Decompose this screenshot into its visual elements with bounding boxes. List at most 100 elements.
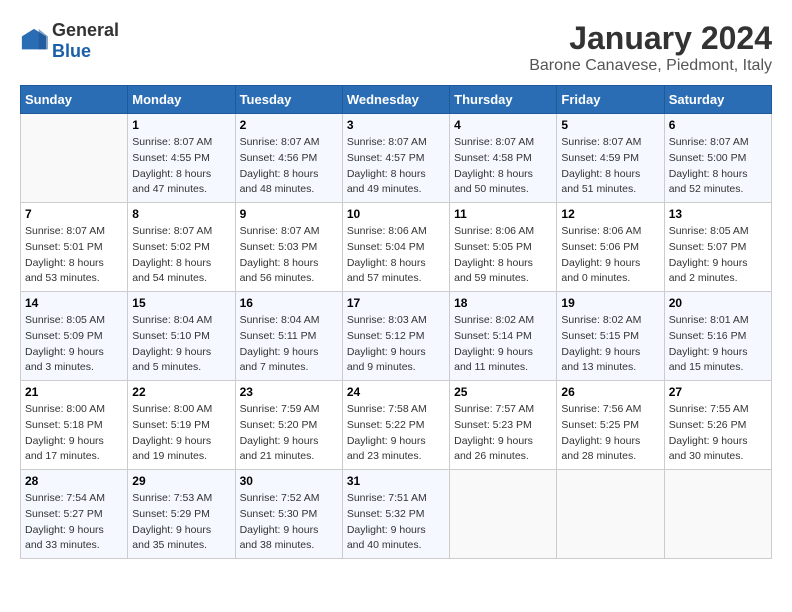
calendar-cell: 11Sunrise: 8:06 AMSunset: 5:05 PMDayligh… xyxy=(450,203,557,292)
calendar-cell: 21 Sunrise: 8:00 AMSunset: 5:18 PMDayligh… xyxy=(21,381,128,470)
day-detail: Sunrise: 8:06 AMSunset: 5:04 PMDaylight:… xyxy=(347,224,445,287)
calendar-cell: 22 Sunrise: 8:00 AMSunset: 5:19 PMDayligh… xyxy=(128,381,235,470)
day-number: 1 xyxy=(132,118,230,132)
day-number: 6 xyxy=(669,118,767,132)
day-number: 9 xyxy=(240,207,338,221)
day-detail: Sunrise: 8:07 AMSunset: 5:03 PMDaylight:… xyxy=(240,224,338,287)
calendar-cell xyxy=(664,470,771,559)
day-detail: Sunrise: 7:53 AMSunset: 5:29 PMDaylight:… xyxy=(132,491,230,554)
calendar-cell: 24 Sunrise: 7:58 AMSunset: 5:22 PMDayligh… xyxy=(342,381,449,470)
day-number: 15 xyxy=(132,296,230,310)
logo-icon xyxy=(20,27,48,55)
day-detail: Sunrise: 8:04 AMSunset: 5:10 PMDaylight:… xyxy=(132,313,230,376)
day-number: 5 xyxy=(561,118,659,132)
day-detail: Sunrise: 7:51 AMSunset: 5:32 PMDaylight:… xyxy=(347,491,445,554)
weekday-row: SundayMondayTuesdayWednesdayThursdayFrid… xyxy=(21,86,772,114)
day-number: 4 xyxy=(454,118,552,132)
calendar-cell: 20Sunrise: 8:01 AMSunset: 5:16 PMDayligh… xyxy=(664,292,771,381)
day-number: 28 xyxy=(25,474,123,488)
day-number: 22 xyxy=(132,385,230,399)
weekday-header-thursday: Thursday xyxy=(450,86,557,114)
calendar-week-1: 1Sunrise: 8:07 AMSunset: 4:55 PMDaylight… xyxy=(21,114,772,203)
day-number: 16 xyxy=(240,296,338,310)
day-number: 2 xyxy=(240,118,338,132)
day-detail: Sunrise: 7:55 AMSunset: 5:26 PMDaylight:… xyxy=(669,402,767,465)
calendar-cell: 19 Sunrise: 8:02 AMSunset: 5:15 PMDayligh… xyxy=(557,292,664,381)
calendar-cell: 29Sunrise: 7:53 AMSunset: 5:29 PMDayligh… xyxy=(128,470,235,559)
header: General Blue January 2024 Barone Canaves… xyxy=(20,20,772,75)
day-detail: Sunrise: 8:07 AMSunset: 5:01 PMDaylight:… xyxy=(25,224,123,287)
day-detail: Sunrise: 8:06 AMSunset: 5:05 PMDaylight:… xyxy=(454,224,552,287)
day-number: 24 xyxy=(347,385,445,399)
day-detail: Sunrise: 8:00 AMSunset: 5:19 PMDaylight:… xyxy=(132,402,230,465)
calendar-week-3: 14 Sunrise: 8:05 AMSunset: 5:09 PMDayligh… xyxy=(21,292,772,381)
day-detail: Sunrise: 8:05 AMSunset: 5:09 PMDaylight:… xyxy=(25,313,123,376)
day-detail: Sunrise: 7:52 AMSunset: 5:30 PMDaylight:… xyxy=(240,491,338,554)
day-number: 8 xyxy=(132,207,230,221)
calendar-cell: 31Sunrise: 7:51 AMSunset: 5:32 PMDayligh… xyxy=(342,470,449,559)
day-detail: Sunrise: 8:00 AMSunset: 5:18 PMDaylight:… xyxy=(25,402,123,465)
logo: General Blue xyxy=(20,20,119,62)
calendar-cell: 16 Sunrise: 8:04 AMSunset: 5:11 PMDayligh… xyxy=(235,292,342,381)
day-detail: Sunrise: 7:59 AMSunset: 5:20 PMDaylight:… xyxy=(240,402,338,465)
calendar-header: SundayMondayTuesdayWednesdayThursdayFrid… xyxy=(21,86,772,114)
calendar-cell: 4 Sunrise: 8:07 AMSunset: 4:58 PMDaylight… xyxy=(450,114,557,203)
day-number: 7 xyxy=(25,207,123,221)
day-detail: Sunrise: 8:07 AMSunset: 5:02 PMDaylight:… xyxy=(132,224,230,287)
calendar-cell: 17 Sunrise: 8:03 AMSunset: 5:12 PMDayligh… xyxy=(342,292,449,381)
calendar-subtitle: Barone Canavese, Piedmont, Italy xyxy=(529,57,772,75)
day-number: 17 xyxy=(347,296,445,310)
calendar-title: January 2024 xyxy=(529,20,772,57)
calendar-cell: 27 Sunrise: 7:55 AMSunset: 5:26 PMDayligh… xyxy=(664,381,771,470)
day-detail: Sunrise: 7:56 AMSunset: 5:25 PMDaylight:… xyxy=(561,402,659,465)
calendar-cell xyxy=(450,470,557,559)
calendar-cell: 25Sunrise: 7:57 AMSunset: 5:23 PMDayligh… xyxy=(450,381,557,470)
calendar-cell: 30 Sunrise: 7:52 AMSunset: 5:30 PMDayligh… xyxy=(235,470,342,559)
day-number: 19 xyxy=(561,296,659,310)
calendar-cell: 15 Sunrise: 8:04 AMSunset: 5:10 PMDayligh… xyxy=(128,292,235,381)
calendar-cell: 28Sunrise: 7:54 AMSunset: 5:27 PMDayligh… xyxy=(21,470,128,559)
weekday-header-wednesday: Wednesday xyxy=(342,86,449,114)
calendar-cell: 8 Sunrise: 8:07 AMSunset: 5:02 PMDaylight… xyxy=(128,203,235,292)
calendar-cell: 7 Sunrise: 8:07 AMSunset: 5:01 PMDaylight… xyxy=(21,203,128,292)
calendar-cell: 23 Sunrise: 7:59 AMSunset: 5:20 PMDayligh… xyxy=(235,381,342,470)
day-detail: Sunrise: 7:58 AMSunset: 5:22 PMDaylight:… xyxy=(347,402,445,465)
day-number: 14 xyxy=(25,296,123,310)
day-detail: Sunrise: 8:02 AMSunset: 5:14 PMDaylight:… xyxy=(454,313,552,376)
day-number: 23 xyxy=(240,385,338,399)
weekday-header-friday: Friday xyxy=(557,86,664,114)
calendar-table: SundayMondayTuesdayWednesdayThursdayFrid… xyxy=(20,85,772,559)
calendar-cell: 26 Sunrise: 7:56 AMSunset: 5:25 PMDayligh… xyxy=(557,381,664,470)
day-detail: Sunrise: 8:04 AMSunset: 5:11 PMDaylight:… xyxy=(240,313,338,376)
calendar-cell: 1Sunrise: 8:07 AMSunset: 4:55 PMDaylight… xyxy=(128,114,235,203)
calendar-cell: 13 Sunrise: 8:05 AMSunset: 5:07 PMDayligh… xyxy=(664,203,771,292)
calendar-week-5: 28Sunrise: 7:54 AMSunset: 5:27 PMDayligh… xyxy=(21,470,772,559)
day-number: 21 xyxy=(25,385,123,399)
day-detail: Sunrise: 8:03 AMSunset: 5:12 PMDaylight:… xyxy=(347,313,445,376)
day-detail: Sunrise: 8:06 AMSunset: 5:06 PMDaylight:… xyxy=(561,224,659,287)
calendar-cell: 2 Sunrise: 8:07 AMSunset: 4:56 PMDaylight… xyxy=(235,114,342,203)
calendar-cell: 5Sunrise: 8:07 AMSunset: 4:59 PMDaylight… xyxy=(557,114,664,203)
day-detail: Sunrise: 8:05 AMSunset: 5:07 PMDaylight:… xyxy=(669,224,767,287)
weekday-header-sunday: Sunday xyxy=(21,86,128,114)
calendar-cell: 9 Sunrise: 8:07 AMSunset: 5:03 PMDaylight… xyxy=(235,203,342,292)
calendar-cell: 6Sunrise: 8:07 AMSunset: 5:00 PMDaylight… xyxy=(664,114,771,203)
day-number: 30 xyxy=(240,474,338,488)
title-area: January 2024 Barone Canavese, Piedmont, … xyxy=(529,20,772,75)
day-number: 3 xyxy=(347,118,445,132)
day-detail: Sunrise: 8:01 AMSunset: 5:16 PMDaylight:… xyxy=(669,313,767,376)
day-number: 18 xyxy=(454,296,552,310)
day-detail: Sunrise: 8:02 AMSunset: 5:15 PMDaylight:… xyxy=(561,313,659,376)
day-detail: Sunrise: 8:07 AMSunset: 4:57 PMDaylight:… xyxy=(347,135,445,198)
day-detail: Sunrise: 7:57 AMSunset: 5:23 PMDaylight:… xyxy=(454,402,552,465)
day-number: 13 xyxy=(669,207,767,221)
weekday-header-saturday: Saturday xyxy=(664,86,771,114)
day-detail: Sunrise: 8:07 AMSunset: 4:58 PMDaylight:… xyxy=(454,135,552,198)
calendar-cell: 14 Sunrise: 8:05 AMSunset: 5:09 PMDayligh… xyxy=(21,292,128,381)
logo-text: General Blue xyxy=(52,20,119,62)
weekday-header-monday: Monday xyxy=(128,86,235,114)
day-number: 26 xyxy=(561,385,659,399)
day-number: 27 xyxy=(669,385,767,399)
day-detail: Sunrise: 8:07 AMSunset: 4:56 PMDaylight:… xyxy=(240,135,338,198)
day-number: 10 xyxy=(347,207,445,221)
